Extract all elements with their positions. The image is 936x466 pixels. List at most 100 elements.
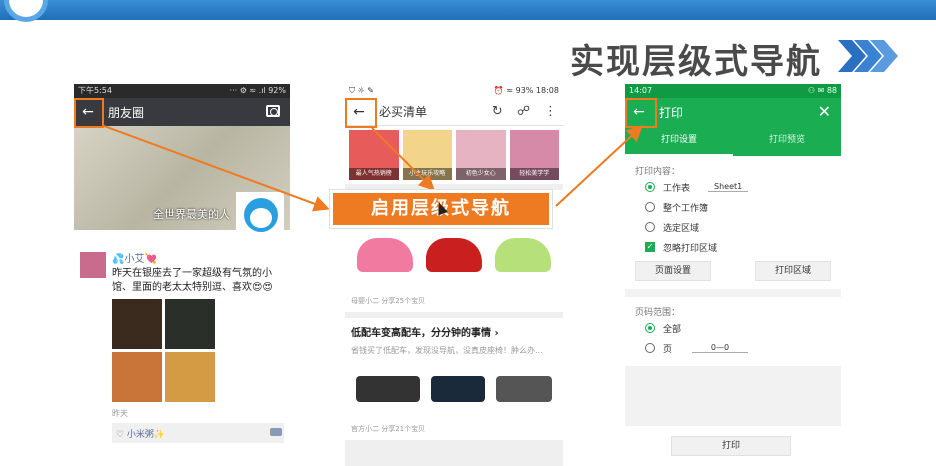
checkbox-checked-icon[interactable]: ✓ (645, 242, 655, 252)
option-worksheet[interactable]: 工作表 Sheet1 (645, 177, 831, 197)
banner-card[interactable]: 初色少女心 (456, 130, 506, 180)
card-meta: 母婴小二 分享25个宝贝 (351, 297, 426, 305)
moment-post: 💦小艾💘 昨天在银座去了一家超级有气氛的小馆、里面的老太太特别逗、喜欢😍😍 昨天… (74, 230, 290, 443)
gadget-image (430, 376, 485, 402)
doraemon-avatar-icon (244, 198, 278, 232)
post-text: 昨天在银座去了一家超级有气氛的小馆、里面的老太太特别逗、喜欢😍😍 (112, 268, 273, 293)
cover-caption: 全世界最美的人 (153, 208, 230, 221)
phone-print-settings: 14:07 ⚇ ✉ 88 ← 打印 ✕ 打印设置 打印预览 打印内容： 工作表 … (625, 84, 841, 466)
logo-icon (4, 0, 48, 22)
likes-bar: ♡ 小米粥✨ (112, 423, 284, 443)
gadget-image (356, 376, 421, 402)
page-title: 必买清单 (379, 105, 428, 119)
triple-chevron-icon (838, 40, 898, 72)
phone-shopping-list: ⛉ ☼ ✎ ⏰ ≈ 93% 18:08 ← 必买清单 ↻ ☍ ⋮ 最人气热销榜 … (345, 84, 563, 466)
page-title: 朋友圈 (108, 105, 145, 120)
app-bar: ← 必买清单 ↻ ☍ ⋮ (345, 98, 563, 126)
comment-icon[interactable] (270, 428, 282, 436)
close-icon[interactable]: ✕ (818, 102, 831, 121)
radio-icon[interactable] (645, 202, 655, 212)
option-label: 页 (663, 344, 673, 355)
app-bar: ← 朋友圈 (74, 98, 290, 126)
option-label: 忽略打印区域 (663, 243, 718, 254)
banner-card[interactable]: 小主玩乐攻略 (402, 130, 452, 180)
sheet-select[interactable]: Sheet1 (708, 182, 749, 192)
radio-checked-icon[interactable] (645, 182, 655, 192)
shoe-image (357, 238, 414, 272)
status-time: 14:07 (629, 86, 653, 95)
option-page-range[interactable]: 页 0—0 (645, 338, 831, 358)
gadget-image (495, 376, 552, 402)
status-bar: 14:07 ⚇ ✉ 88 (625, 84, 841, 98)
photo-thumbnail[interactable] (165, 352, 215, 402)
print-footer: 打印 (625, 426, 841, 466)
card-desc: 省钱买了低配车，发现没导航，没真皮座椅！肿么办... (351, 346, 543, 355)
radio-icon[interactable] (645, 343, 655, 353)
photo-thumbnail[interactable] (112, 299, 162, 349)
page-range-input[interactable]: 0—0 (692, 343, 749, 353)
slide: 实现层级式导航 下午5:54 ··· ⚙ ≈ .ıl 92% ← 朋友圈 全世界… (0, 0, 936, 466)
tab-bar: 打印设置 打印预览 (625, 126, 841, 156)
print-area-button[interactable]: 打印区域 (755, 261, 831, 281)
back-arrow-highlight (74, 98, 104, 128)
banner-label: 轻松美学学 (509, 168, 559, 180)
status-indicators: ⏰ ≈ 93% 18:08 (493, 86, 559, 95)
slide-title: 实现层级式导航 (570, 42, 822, 82)
banner-label: 初色少女心 (456, 168, 506, 180)
banner-card[interactable]: 最人气热销榜 (349, 130, 399, 180)
poster-avatar[interactable] (80, 252, 106, 278)
phone-wechat-moments: 下午5:54 ··· ⚙ ≈ .ıl 92% ← 朋友圈 全世界最美的人 💦小艾… (74, 84, 290, 466)
status-icons: ⛉ ☼ ✎ (349, 86, 374, 95)
photo-thumbnail[interactable] (112, 352, 162, 402)
tab-print-preview[interactable]: 打印预览 (733, 126, 841, 156)
shoe-image (425, 238, 482, 272)
radio-icon[interactable] (645, 222, 655, 232)
button-row: 页面设置 打印区域 (635, 261, 831, 281)
page-setup-button[interactable]: 页面设置 (635, 261, 711, 281)
option-label: 全部 (663, 324, 682, 335)
page-range-label: 页码范围： (635, 308, 681, 318)
page-title: 打印 (659, 105, 684, 120)
share-icon[interactable]: ☍ (517, 104, 530, 119)
page-range-section: 页码范围： 全部 页 0—0 (625, 297, 841, 366)
option-workbook[interactable]: 整个工作簿 (645, 197, 831, 217)
status-indicators: ⚇ ✉ 88 (807, 86, 837, 95)
option-label: 选定区域 (663, 223, 700, 234)
banner-card[interactable]: 轻松美学学 (509, 130, 559, 180)
refresh-icon[interactable]: ↻ (492, 104, 503, 119)
print-button[interactable]: 打印 (671, 436, 791, 456)
banner-label: 最人气热销榜 (349, 168, 399, 180)
option-all-pages[interactable]: 全部 (645, 318, 831, 338)
banner-label: 小主玩乐攻略 (402, 168, 452, 180)
more-vertical-icon[interactable]: ⋮ (544, 104, 557, 119)
status-bar: ⛉ ☼ ✎ ⏰ ≈ 93% 18:08 (345, 84, 563, 98)
post-time: 昨天 (112, 409, 128, 418)
camera-icon[interactable] (266, 105, 280, 117)
print-content-label: 打印内容： (635, 167, 681, 177)
photo-thumbnail[interactable] (165, 299, 215, 349)
product-images (351, 360, 557, 418)
card-title: 低配车变高配车，分分钟的事情 › (351, 328, 499, 339)
status-indicators: ··· ⚙ ≈ .ıl 92% (229, 86, 286, 95)
tab-print-settings[interactable]: 打印设置 (625, 126, 733, 156)
back-arrow-highlight (625, 98, 657, 128)
product-images (351, 220, 557, 290)
option-label: 工作表 (663, 183, 691, 194)
banner-row: 最人气热销榜 小主玩乐攻略 初色少女心 轻松美学学 (345, 126, 563, 184)
option-ignore-print-area[interactable]: ✓ 忽略打印区域 (645, 237, 831, 257)
option-label: 整个工作簿 (663, 203, 709, 214)
option-selection[interactable]: 选定区域 (645, 217, 831, 237)
appbar-actions: ↻ ☍ ⋮ (492, 104, 557, 119)
cover-photo[interactable]: 全世界最美的人 (74, 126, 290, 240)
product-card[interactable]: 低配车变高配车，分分钟的事情 › 省钱买了低配车，发现没导航，没真皮座椅！肿么办… (345, 318, 563, 440)
card-meta: 官方小二 分享21个宝贝 (351, 425, 426, 433)
status-time: 下午5:54 (78, 86, 112, 95)
poster-name[interactable]: 💦小艾💘 (112, 250, 284, 265)
back-arrow-highlight (345, 98, 377, 128)
photo-grid (112, 299, 284, 402)
app-bar: ← 打印 ✕ (625, 98, 841, 126)
status-bar: 下午5:54 ··· ⚙ ≈ .ıl 92% (74, 84, 290, 98)
shoe-image (494, 238, 551, 272)
radio-checked-icon[interactable] (645, 323, 655, 333)
print-content-section: 打印内容： 工作表 Sheet1 整个工作簿 选定区域 ✓ 忽略打印区域 页面设… (625, 156, 841, 289)
